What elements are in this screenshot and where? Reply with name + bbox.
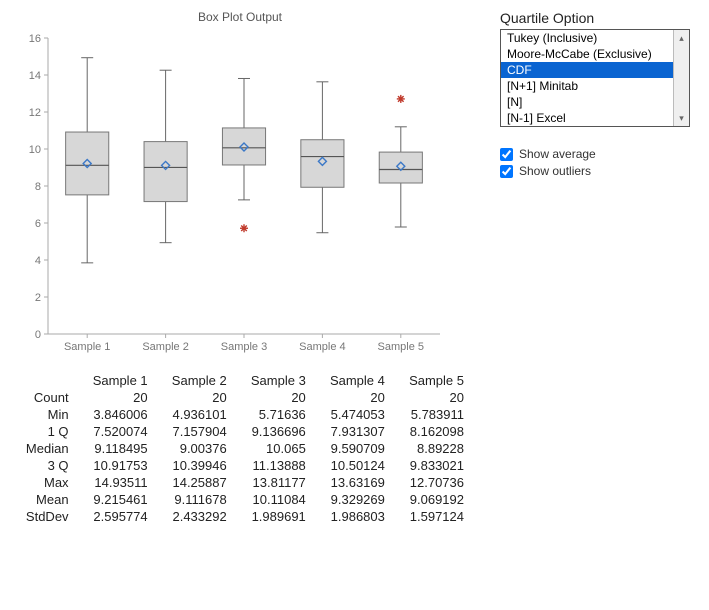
stats-cell: 14.25887 — [154, 474, 233, 491]
stats-col-header: Sample 3 — [233, 372, 312, 389]
stats-cell: 1.597124 — [391, 508, 470, 525]
show-average-label: Show average — [519, 147, 596, 161]
quartile-option-item[interactable]: [N] — [501, 94, 673, 110]
quartile-option-item[interactable]: Tukey (Inclusive) — [501, 30, 673, 46]
svg-text:8: 8 — [35, 181, 41, 193]
stats-col-header: Sample 4 — [312, 372, 391, 389]
stats-cell: 20 — [75, 389, 154, 406]
svg-text:Sample 2: Sample 2 — [142, 341, 188, 353]
stats-cell: 3.846006 — [75, 406, 154, 423]
stats-cell: 20 — [154, 389, 233, 406]
stats-cell: 20 — [233, 389, 312, 406]
stats-row-header: Mean — [10, 491, 75, 508]
boxplot-chart: 0 2 4 6 8 10 12 14 16 Sample 1 Sample 2 Sample 3 Sam… — [10, 30, 450, 360]
chart-title: Box Plot Output — [10, 10, 470, 24]
stats-cell: 9.118495 — [75, 440, 154, 457]
stats-cell: 7.520074 — [75, 423, 154, 440]
stats-cell: 20 — [312, 389, 391, 406]
stats-cell: 9.590709 — [312, 440, 391, 457]
quartile-option-item[interactable]: CDF — [501, 62, 673, 78]
stats-cell: 5.71636 — [233, 406, 312, 423]
stats-cell: 10.11084 — [233, 491, 312, 508]
stats-table: Sample 1Sample 2Sample 3Sample 4Sample 5… — [10, 372, 470, 525]
svg-text:14: 14 — [29, 70, 41, 82]
svg-text:12: 12 — [29, 107, 41, 119]
stats-cell: 10.39946 — [154, 457, 233, 474]
svg-text:0: 0 — [35, 329, 41, 341]
svg-text:2: 2 — [35, 292, 41, 304]
stats-row-header: Min — [10, 406, 75, 423]
stats-cell: 12.70736 — [391, 474, 470, 491]
stats-cell: 1.989691 — [233, 508, 312, 525]
svg-text:4: 4 — [35, 255, 41, 267]
stats-row-header: Max — [10, 474, 75, 491]
stats-cell: 2.595774 — [75, 508, 154, 525]
svg-text:Sample 3: Sample 3 — [221, 341, 267, 353]
stats-cell: 14.93511 — [75, 474, 154, 491]
stats-cell: 5.474053 — [312, 406, 391, 423]
listbox-scrollbar[interactable]: ▴ ▾ — [673, 30, 689, 126]
show-outliers-checkbox[interactable]: Show outliers — [500, 164, 690, 178]
svg-text:Sample 5: Sample 5 — [378, 341, 424, 353]
svg-text:16: 16 — [29, 33, 41, 45]
scroll-down-icon[interactable]: ▾ — [674, 110, 689, 126]
stats-row-header: 3 Q — [10, 457, 75, 474]
stats-cell: 9.215461 — [75, 491, 154, 508]
stats-cell: 20 — [391, 389, 470, 406]
stats-cell: 9.00376 — [154, 440, 233, 457]
quartile-option-item[interactable]: [N+1] Minitab — [501, 78, 673, 94]
stats-cell: 7.157904 — [154, 423, 233, 440]
svg-text:10: 10 — [29, 144, 41, 156]
stats-cell: 9.069192 — [391, 491, 470, 508]
svg-text:6: 6 — [35, 218, 41, 230]
stats-col-header: Sample 5 — [391, 372, 470, 389]
stats-cell: 1.986803 — [312, 508, 391, 525]
stats-cell: 8.89228 — [391, 440, 470, 457]
quartile-option-item[interactable]: Moore-McCabe (Exclusive) — [501, 46, 673, 62]
quartile-option-label: Quartile Option — [500, 10, 690, 26]
stats-cell: 13.63169 — [312, 474, 391, 491]
stats-row-header: Median — [10, 440, 75, 457]
stats-col-header: Sample 2 — [154, 372, 233, 389]
stats-row-header: Count — [10, 389, 75, 406]
svg-text:Sample 4: Sample 4 — [299, 341, 345, 353]
stats-cell: 4.936101 — [154, 406, 233, 423]
stats-row-header: 1 Q — [10, 423, 75, 440]
show-outliers-input[interactable] — [500, 165, 513, 178]
stats-cell: 10.065 — [233, 440, 312, 457]
stats-cell: 7.931307 — [312, 423, 391, 440]
stats-cell: 8.162098 — [391, 423, 470, 440]
stats-cell: 13.81177 — [233, 474, 312, 491]
svg-text:Sample 1: Sample 1 — [64, 341, 110, 353]
stats-cell: 9.329269 — [312, 491, 391, 508]
stats-cell: 10.50124 — [312, 457, 391, 474]
stats-row-header: StdDev — [10, 508, 75, 525]
quartile-option-item[interactable]: [N-1] Excel — [501, 110, 673, 126]
show-outliers-label: Show outliers — [519, 164, 591, 178]
stats-cell: 10.91753 — [75, 457, 154, 474]
quartile-option-listbox[interactable]: Tukey (Inclusive)Moore-McCabe (Exclusive… — [500, 29, 690, 127]
scroll-up-icon[interactable]: ▴ — [674, 30, 689, 46]
stats-col-header: Sample 1 — [75, 372, 154, 389]
stats-cell: 2.433292 — [154, 508, 233, 525]
stats-cell: 9.136696 — [233, 423, 312, 440]
stats-cell: 11.13888 — [233, 457, 312, 474]
stats-cell: 9.833021 — [391, 457, 470, 474]
stats-cell: 5.783911 — [391, 406, 470, 423]
stats-cell: 9.111678 — [154, 491, 233, 508]
show-average-input[interactable] — [500, 148, 513, 161]
show-average-checkbox[interactable]: Show average — [500, 147, 690, 161]
